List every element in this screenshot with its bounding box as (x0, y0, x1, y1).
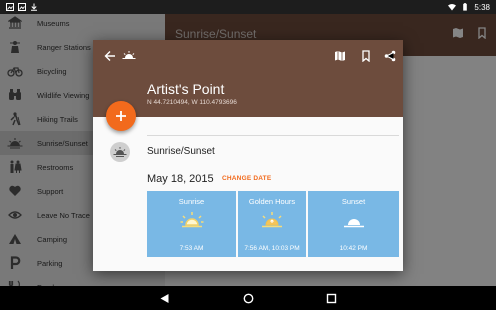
clock: 5:38 (474, 2, 490, 12)
share-icon[interactable] (382, 48, 398, 64)
golden-hours-tile: Golden Hours 7:56 AM, 10:03 PM (238, 191, 306, 257)
battery-icon (463, 3, 468, 11)
selected-date: May 18, 2015 (147, 173, 214, 185)
change-date-button[interactable]: CHANGE DATE (222, 175, 271, 182)
divider (147, 135, 399, 136)
plus-icon (116, 111, 126, 121)
section-title: Sunrise/Sunset (147, 146, 215, 157)
sunset-icon (121, 48, 137, 64)
place-coordinates: N 44.7210494, W 110.4793696 (147, 99, 237, 106)
sunset-tile: Sunset 10:42 PM (308, 191, 399, 257)
image-notification-icon (6, 3, 14, 11)
bookmark-icon[interactable] (358, 48, 374, 64)
tile-label: Golden Hours (248, 197, 296, 206)
recents-nav-icon[interactable] (325, 292, 337, 304)
sunrise-icon (180, 212, 203, 228)
back-nav-icon[interactable] (158, 292, 170, 304)
tile-time: 10:42 PM (339, 245, 368, 252)
add-fab-button[interactable] (106, 101, 136, 131)
wifi-icon (448, 4, 457, 11)
tile-label: Sunrise (178, 197, 205, 206)
golden-hour-icon (262, 212, 282, 228)
system-navigation-bar (0, 286, 496, 310)
image-notification-icon (18, 3, 26, 11)
sunset-icon (110, 142, 130, 162)
tile-label: Sunset (341, 197, 366, 206)
map-icon[interactable] (332, 48, 348, 64)
place-detail-dialog: Artist's Point N 44.7210494, W 110.47936… (93, 40, 403, 271)
home-nav-icon[interactable] (242, 292, 254, 304)
back-arrow-icon[interactable] (102, 48, 118, 64)
tile-time: 7:56 AM, 10:03 PM (244, 245, 300, 252)
tile-time: 7:53 AM (179, 245, 204, 252)
dialog-header: Artist's Point N 44.7210494, W 110.47936… (93, 40, 403, 117)
sunrise-tile: Sunrise 7:53 AM (147, 191, 236, 257)
sunset-icon (343, 219, 364, 228)
place-title: Artist's Point (147, 81, 225, 97)
download-icon (31, 3, 37, 11)
